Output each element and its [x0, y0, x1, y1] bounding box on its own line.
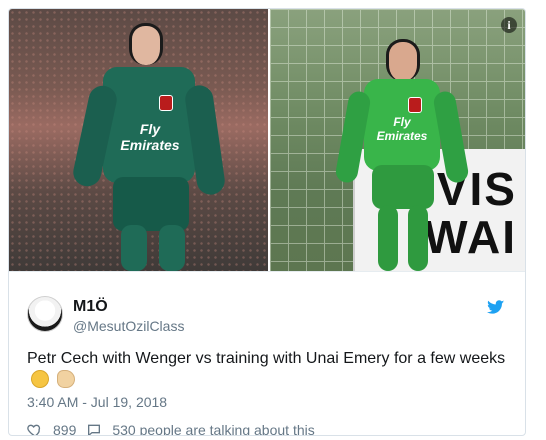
media-photo-left[interactable]: Fly Emirates [9, 9, 268, 271]
tweet-timestamp[interactable]: 3:40 AM - Jul 19, 2018 [27, 394, 167, 410]
flexed-bicep-emoji [57, 370, 76, 388]
likes-count[interactable]: 899 [53, 422, 76, 435]
tweet-text: Petr Cech with Wenger vs training with U… [27, 348, 507, 392]
tweet-media[interactable]: Fly Emirates VIS WAI i Fly Emirates [9, 9, 525, 271]
arsenal-crest [408, 97, 422, 113]
chat-bubble-icon[interactable] [86, 422, 102, 436]
goalkeeper-shorts [113, 177, 189, 231]
twitter-bird-icon[interactable] [485, 298, 507, 316]
goalkeeper-left-leg [121, 225, 147, 271]
shirt-sponsor-right: Fly Emirates [376, 115, 428, 143]
goalkeeper-right-leg [408, 205, 428, 271]
avatar[interactable] [27, 296, 63, 332]
media-photo-right[interactable]: VIS WAI i Fly Emirates [270, 9, 525, 271]
heart-icon[interactable] [27, 422, 43, 436]
conversation-text[interactable]: 530 people are talking about this [112, 422, 314, 435]
shirt-sponsor-left: Fly Emirates [120, 121, 180, 153]
embedded-tweet-card[interactable]: Fly Emirates VIS WAI i Fly Emirates M1Ö … [8, 8, 526, 436]
goalkeeper-head [386, 39, 420, 81]
tweet-content[interactable]: M1Ö @MesutOzilClass Petr Cech with Wenge… [9, 271, 525, 436]
goalkeeper-head [129, 23, 163, 65]
goalkeeper-left: Fly Emirates [70, 23, 227, 271]
arsenal-crest [159, 95, 173, 111]
goalkeeper-right: Fly Emirates [334, 39, 470, 271]
goalkeeper-shorts [372, 165, 434, 209]
display-name[interactable]: M1Ö [73, 298, 108, 316]
tweet-actions: 899 530 people are talking about this [27, 422, 315, 436]
goalkeeper-left-leg [378, 205, 398, 271]
tweet-text-main: Petr Cech with Wenger vs training with U… [27, 350, 506, 367]
user-handle[interactable]: @MesutOzilClass [73, 318, 184, 334]
info-icon[interactable]: i [501, 17, 517, 33]
goalkeeper-right-leg [159, 225, 185, 271]
laughing-face-emoji [31, 370, 49, 388]
